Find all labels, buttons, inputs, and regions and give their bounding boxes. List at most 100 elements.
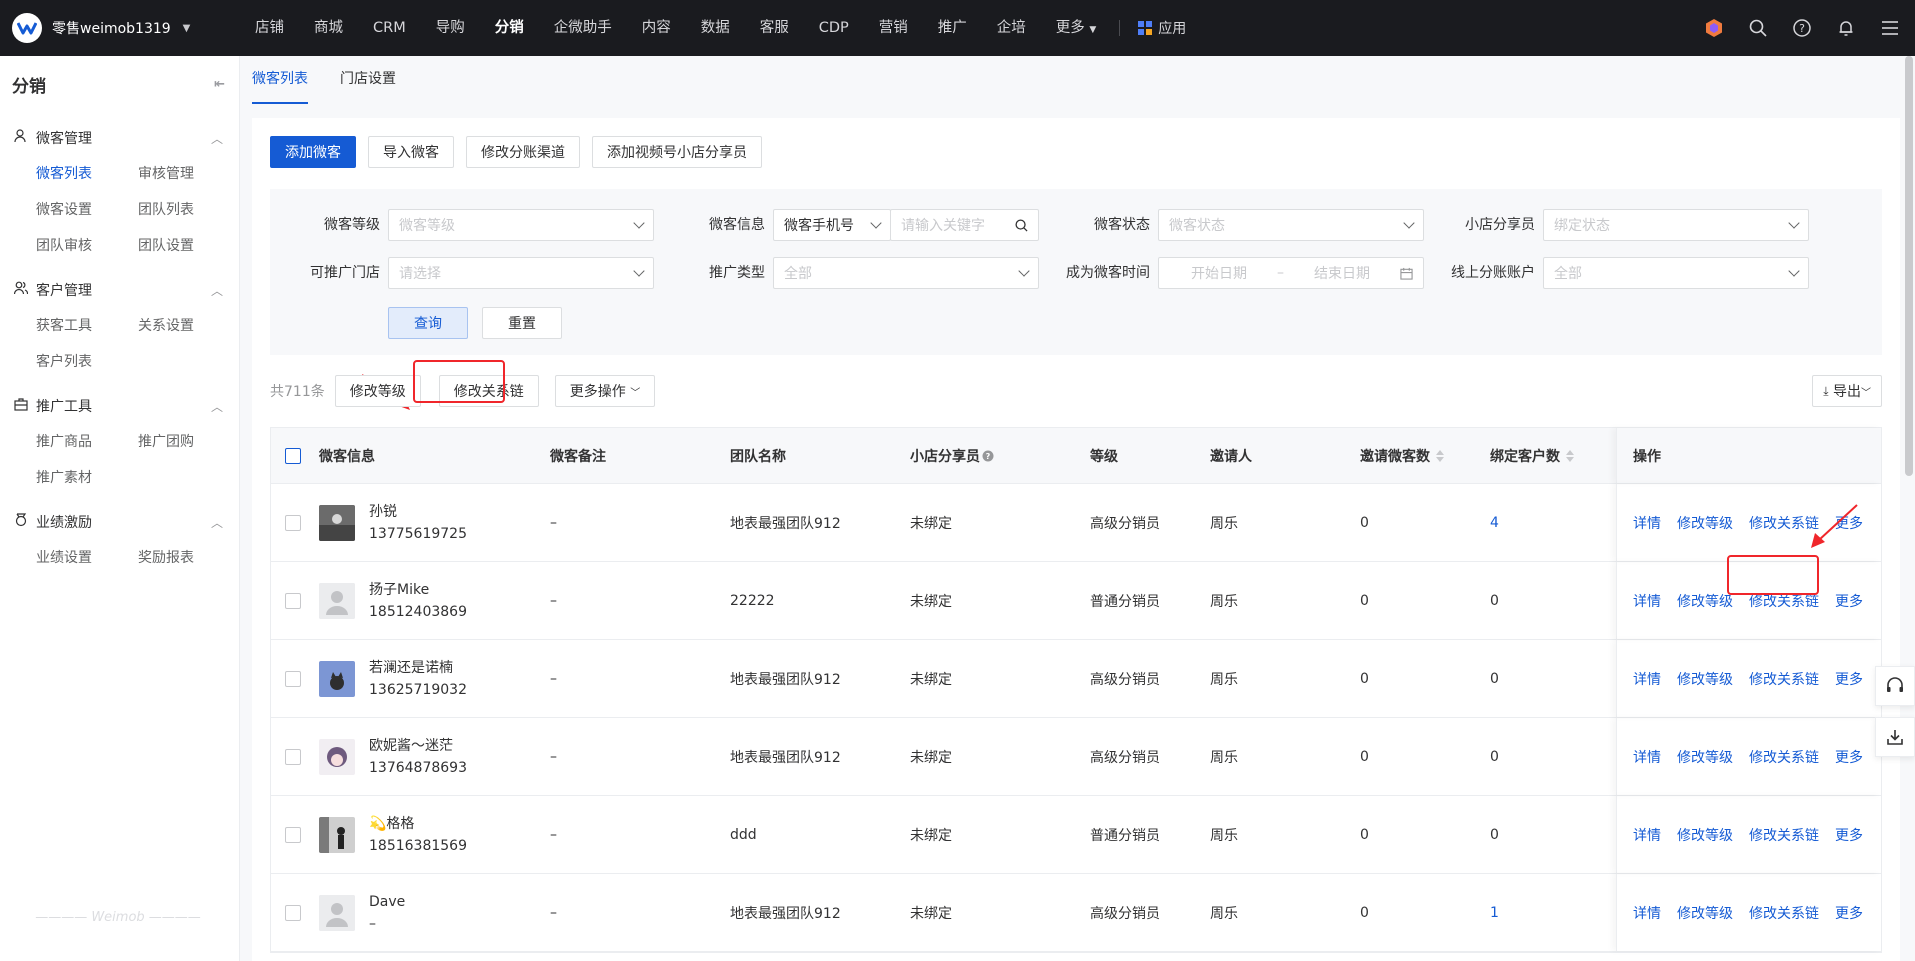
sidebar-group-header[interactable]: 推广工具 ︿ [0,388,239,424]
detail-link[interactable]: 详情 [1633,513,1661,533]
store-select[interactable]: 请选择 [388,257,654,289]
nav-item-guide[interactable]: 导购 [421,0,480,56]
nav-item-marketing[interactable]: 营销 [864,0,923,56]
info-icon[interactable]: ? [982,450,994,462]
detail-link[interactable]: 详情 [1633,669,1661,689]
nav-item-crm[interactable]: CRM [358,0,421,56]
apps-button[interactable]: 应用 [1128,18,1196,38]
promo-type-select[interactable]: 全部 [773,257,1039,289]
sidebar-item-promo-group[interactable]: 推广团购 [138,424,240,460]
nav-item-cdp[interactable]: CDP [804,0,864,56]
bound-count-link[interactable]: 4 [1490,515,1616,531]
sidebar-item-team-review[interactable]: 团队审核 [36,228,138,264]
tab-weike-list[interactable]: 微客列表 [252,56,308,104]
bound-count-link[interactable]: 1 [1490,905,1616,921]
modify-chain-link[interactable]: 修改关系链 [1749,669,1819,689]
info-type-select[interactable]: 微客手机号 [773,209,891,241]
row-checkbox[interactable] [285,592,301,609]
sidebar-item-acquire-tool[interactable]: 获客工具 [36,308,138,344]
nav-item-store[interactable]: 店铺 [240,0,299,56]
sidebar-group-header[interactable]: 微客管理 ︿ [0,120,239,156]
modify-level-link[interactable]: 修改等级 [1677,591,1733,611]
nav-item-mall[interactable]: 商城 [299,0,358,56]
reset-button[interactable]: 重置 [482,307,562,339]
sidebar-item-promo-material[interactable]: 推广素材 [36,460,138,496]
add-video-sharer-button[interactable]: 添加视频号小店分享员 [592,136,762,168]
modify-level-link[interactable]: 修改等级 [1677,669,1733,689]
level-select[interactable]: 微客等级 [388,209,654,241]
detail-link[interactable]: 详情 [1633,903,1661,923]
modify-level-link[interactable]: 修改等级 [1677,825,1733,845]
modify-chain-link[interactable]: 修改关系链 [1749,747,1819,767]
more-link[interactable]: 更多 [1835,669,1863,689]
more-link[interactable]: 更多 [1835,591,1863,611]
nav-item-promotion[interactable]: 推广 [923,0,982,56]
sort-icon[interactable] [1436,449,1444,462]
sidebar-item-team-settings[interactable]: 团队设置 [138,228,240,264]
modify-level-link[interactable]: 修改等级 [1677,903,1733,923]
nav-item-more[interactable]: 更多 ▼ [1041,0,1112,56]
more-link[interactable]: 更多 [1835,825,1863,845]
more-link[interactable]: 更多 [1835,747,1863,767]
nav-item-content[interactable]: 内容 [627,0,686,56]
row-checkbox[interactable] [285,826,301,843]
date-range-picker[interactable]: 开始日期 – 结束日期 [1158,257,1424,289]
detail-link[interactable]: 详情 [1633,591,1661,611]
modify-chain-link[interactable]: 修改关系链 [1749,825,1819,845]
row-checkbox[interactable] [285,748,301,765]
nav-item-data[interactable]: 数据 [686,0,745,56]
modify-level-link[interactable]: 修改等级 [1677,747,1733,767]
sidebar-group-header[interactable]: 客户管理 ︿ [0,272,239,308]
sidebar-item-weike-settings[interactable]: 微客设置 [36,192,138,228]
more-ops-button[interactable]: 更多操作 ﹀ [554,375,656,407]
add-weike-button[interactable]: 添加微客 [270,136,356,168]
sidebar-item-weike-list[interactable]: 微客列表 [36,156,138,192]
account-select[interactable]: 全部 [1543,257,1809,289]
sidebar-item-customer-list[interactable]: 客户列表 [36,344,138,380]
keyword-input[interactable]: 请输入关键字 [890,209,1039,241]
detail-link[interactable]: 详情 [1633,747,1661,767]
shop-switcher[interactable]: 零售weimob1319 ▼ [0,13,240,43]
sharer-select[interactable]: 绑定状态 [1543,209,1809,241]
modify-channel-button[interactable]: 修改分账渠道 [466,136,580,168]
row-checkbox[interactable] [285,670,301,687]
query-button[interactable]: 查询 [388,307,468,339]
sidebar-group-header[interactable]: 业绩激励 ︿ [0,504,239,540]
tab-store-settings[interactable]: 门店设置 [340,56,396,104]
app-hexagon-icon[interactable] [1703,17,1725,39]
help-icon[interactable]: ? [1791,17,1813,39]
download-center-button[interactable] [1875,717,1915,757]
sidebar-item-review[interactable]: 审核管理 [138,156,240,192]
sidebar-item-team-list[interactable]: 团队列表 [138,192,240,228]
col-invited[interactable]: 邀请微客数 [1360,446,1490,466]
row-checkbox[interactable] [285,904,301,921]
search-icon[interactable] [1015,218,1028,232]
sidebar-item-performance-settings[interactable]: 业绩设置 [36,540,138,576]
modify-chain-link[interactable]: 修改关系链 [1749,903,1819,923]
nav-item-distribution[interactable]: 分销 [480,0,539,56]
sidebar-item-promo-goods[interactable]: 推广商品 [36,424,138,460]
import-weike-button[interactable]: 导入微客 [368,136,454,168]
nav-item-training[interactable]: 企培 [982,0,1041,56]
level-label: 微客等级 [324,217,380,233]
more-link[interactable]: 更多 [1835,903,1863,923]
export-button[interactable]: ⤓ 导出 ﹀ [1812,375,1882,407]
nav-item-wecom[interactable]: 企微助手 [539,0,627,56]
sort-icon[interactable] [1566,449,1574,462]
bell-icon[interactable] [1835,17,1857,39]
row-checkbox[interactable] [285,514,301,531]
customer-service-button[interactable] [1875,666,1915,706]
nav-item-service[interactable]: 客服 [745,0,804,56]
sidebar-item-reward-report[interactable]: 奖励报表 [138,540,240,576]
menu-icon[interactable] [1879,17,1901,39]
select-all-checkbox[interactable] [285,447,301,464]
search-icon[interactable] [1747,17,1769,39]
page-scrollbar[interactable] [1905,56,1913,476]
detail-link[interactable]: 详情 [1633,825,1661,845]
sidebar-item-relation-settings[interactable]: 关系设置 [138,308,240,344]
modify-level-link[interactable]: 修改等级 [1677,513,1733,533]
status-select[interactable]: 微客状态 [1158,209,1424,241]
batch-modify-level-button[interactable]: 修改等级 [334,375,421,407]
col-bound[interactable]: 绑定客户数 [1490,446,1616,466]
collapse-sidebar-icon[interactable]: ⇤ [214,77,225,92]
